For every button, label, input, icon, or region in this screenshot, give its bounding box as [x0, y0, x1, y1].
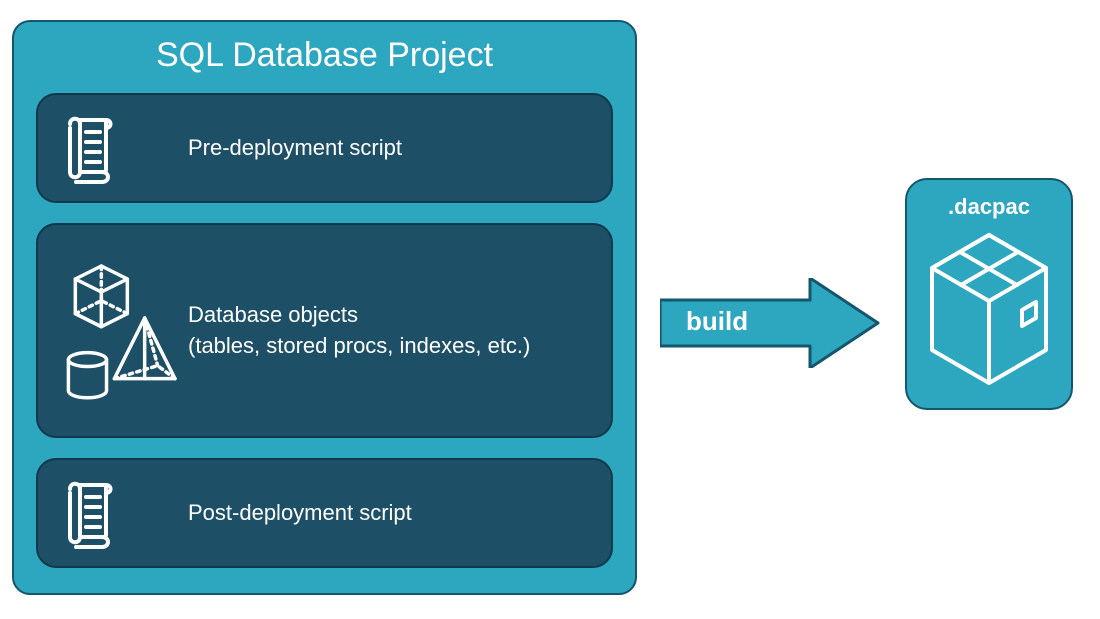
diagram-canvas: SQL Database Project Pre- [0, 0, 1100, 619]
script-icon [58, 112, 188, 184]
script-icon [58, 477, 188, 549]
dacpac-output: .dacpac [905, 178, 1073, 410]
pre-deployment-section: Pre-deployment script [36, 93, 613, 203]
database-objects-label: Database objects (tables, stored procs, … [188, 300, 530, 362]
dacpac-label: .dacpac [948, 194, 1030, 220]
database-objects-label-line1: Database objects [188, 300, 530, 331]
build-arrow: build [660, 278, 880, 368]
post-deployment-section: Post-deployment script [36, 458, 613, 568]
sql-project-container: SQL Database Project Pre- [12, 20, 637, 595]
package-icon [924, 230, 1054, 395]
shapes-icon [58, 246, 188, 416]
post-deployment-label: Post-deployment script [188, 498, 412, 529]
build-arrow-label: build [686, 306, 748, 337]
database-objects-section: Database objects (tables, stored procs, … [36, 223, 613, 438]
pre-deployment-label: Pre-deployment script [188, 133, 402, 164]
project-title: SQL Database Project [36, 36, 613, 75]
database-objects-label-line2: (tables, stored procs, indexes, etc.) [188, 331, 530, 362]
